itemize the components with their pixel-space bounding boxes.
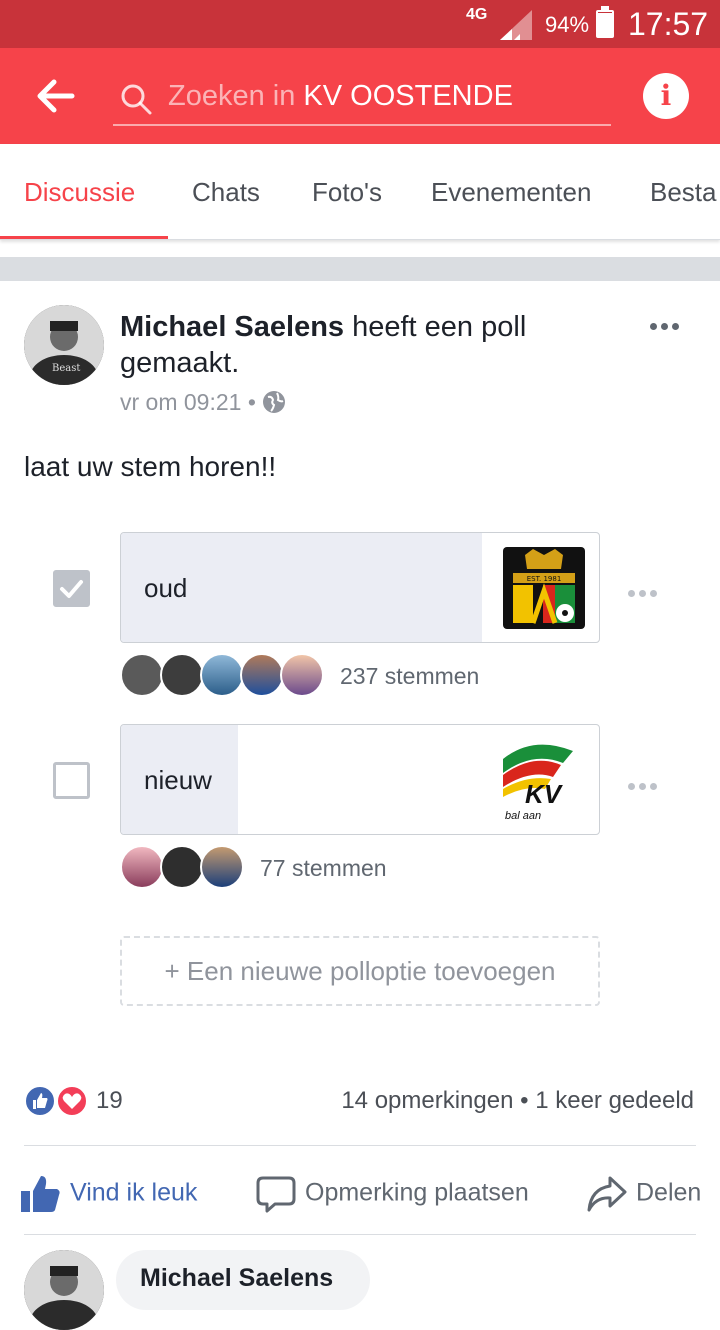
author-name[interactable]: Michael Saelens (120, 311, 344, 343)
vote-count[interactable]: 77 stemmen (260, 855, 387, 882)
voter-avatar (200, 845, 244, 889)
arrow-left-icon[interactable] (36, 76, 76, 116)
love-reaction-icon (56, 1085, 88, 1117)
clock: 17:57 (628, 6, 709, 42)
poll-option-oud[interactable]: oud EST. 1981 (120, 532, 600, 643)
share-count[interactable]: 1 keer gedeeld (535, 1087, 694, 1114)
poll-checkbox-oud[interactable] (53, 570, 90, 607)
divider (24, 1145, 696, 1146)
status-bar: 4G 94% 17:57 (0, 0, 720, 48)
search-input[interactable]: Zoeken in KV OOSTENDE (113, 72, 611, 126)
like-button[interactable]: Vind ik leuk (20, 1174, 197, 1214)
poll-checkbox-nieuw[interactable] (53, 762, 90, 799)
share-button[interactable]: Delen (586, 1174, 701, 1214)
battery-level (598, 13, 612, 36)
post-stats: 14 opmerkingen • 1 keer gedeeld (341, 1087, 694, 1114)
comment-icon (256, 1176, 296, 1213)
tab-bestanden[interactable]: Besta (650, 177, 717, 208)
post-time[interactable]: vr om 09:21 (120, 389, 241, 415)
option-more-icon[interactable] (628, 777, 661, 795)
post-meta: vr om 09:21 • (120, 389, 286, 416)
new-club-logo: KV bal aan (503, 744, 573, 821)
tab-chats[interactable]: Chats (192, 177, 260, 208)
app-bar: Zoeken in KV OOSTENDE i (0, 48, 720, 144)
commenter-name[interactable]: Michael Saelens (140, 1264, 333, 1293)
voter-avatar (120, 845, 164, 889)
vote-count[interactable]: 237 stemmen (340, 663, 479, 690)
add-poll-option-button[interactable]: + Een nieuwe polloptie toevoegen (120, 936, 600, 1006)
poll-option-label: oud (144, 573, 188, 603)
divider (24, 1234, 696, 1235)
option-more-icon[interactable] (628, 584, 661, 602)
battery-icon (596, 6, 614, 38)
svg-text:bal aan: bal aan (505, 810, 541, 821)
voter-avatar (120, 653, 164, 697)
voter-avatar (280, 653, 324, 697)
share-icon (587, 1176, 627, 1212)
thumbs-up-icon (21, 1176, 60, 1212)
post-actions: Vind ik leuk Opmerking plaatsen Delen (0, 1150, 720, 1230)
post-header: Michael Saelens heeft een poll gemaakt. (120, 309, 620, 381)
reaction-count: 19 (96, 1087, 123, 1114)
comment-button[interactable]: Opmerking plaatsen (255, 1174, 529, 1214)
post-text: laat uw stem horen!! (24, 451, 277, 482)
checkmark-icon (60, 580, 83, 598)
voter-avatar (160, 653, 204, 697)
globe-icon (263, 391, 286, 413)
commenter-avatar[interactable] (24, 1250, 104, 1330)
tab-evenementen[interactable]: Evenementen (431, 177, 591, 208)
search-placeholder: Zoeken in (168, 80, 304, 112)
group-tabs: Discussie Chats Foto's Evenementen Besta (0, 144, 720, 240)
svg-text:KV: KV (525, 779, 564, 809)
post-more-icon[interactable] (650, 317, 683, 335)
tab-fotos[interactable]: Foto's (312, 177, 382, 208)
active-tab-indicator (0, 236, 168, 239)
search-icon (121, 84, 152, 115)
tab-discussie[interactable]: Discussie (24, 177, 135, 208)
voter-avatar (160, 845, 204, 889)
feed-divider (0, 257, 720, 281)
poll-option-nieuw[interactable]: nieuw KV bal aan (120, 724, 600, 835)
old-club-logo: EST. 1981 (503, 547, 585, 629)
comment-bubble[interactable]: Michael Saelens (116, 1250, 370, 1310)
svg-text:EST. 1981: EST. 1981 (527, 575, 562, 583)
comment-count[interactable]: 14 opmerkingen (341, 1087, 513, 1114)
voter-avatars[interactable] (120, 845, 250, 891)
author-avatar[interactable]: Beast (24, 305, 104, 385)
info-icon[interactable]: i (643, 73, 689, 119)
network-type: 4G (466, 6, 488, 23)
like-reaction-icon (24, 1085, 56, 1117)
battery-percentage: 94% (545, 12, 590, 37)
voter-avatar (240, 653, 284, 697)
svg-text:Beast: Beast (52, 363, 80, 374)
voter-avatar (200, 653, 244, 697)
voter-avatars[interactable] (120, 653, 330, 699)
search-group-name: KV OOSTENDE (303, 80, 513, 112)
poll-option-label: nieuw (144, 765, 212, 795)
signal-icon (500, 10, 532, 40)
